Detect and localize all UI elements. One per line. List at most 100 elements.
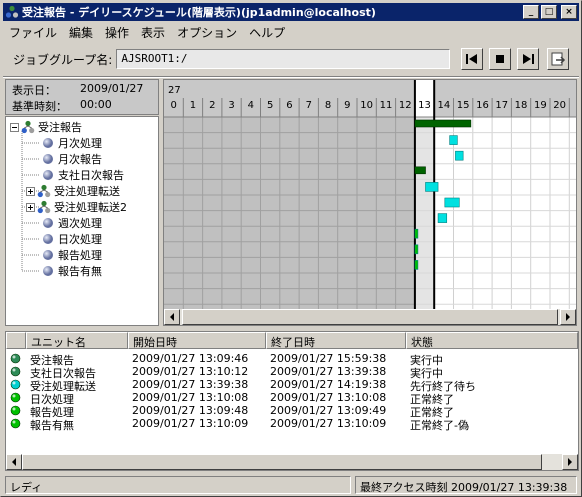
- menu-operation[interactable]: 操作: [99, 24, 135, 41]
- scroll-track[interactable]: [180, 309, 560, 325]
- row-start-time: 2009/01/27 13:10:08: [132, 391, 249, 404]
- maximize-button[interactable]: □: [541, 5, 557, 19]
- display-date-value: 2009/01/27: [80, 82, 144, 95]
- row-start-time: 2009/01/27 13:10:12: [132, 365, 249, 378]
- list-scroll-right-button[interactable]: [562, 454, 578, 470]
- job-icon: [42, 249, 54, 261]
- jobgroup-field[interactable]: AJSROOT1:/: [116, 49, 451, 69]
- hour-tick-label: 16: [476, 100, 489, 111]
- list-row[interactable]: 報告処理 2009/01/27 13:09:48 2009/01/27 13:09:…: [6, 404, 578, 419]
- list-header-status[interactable]: 状態: [406, 332, 578, 349]
- display-date-label: 表示日：: [12, 84, 56, 97]
- list-scrollbar[interactable]: [6, 454, 578, 470]
- gantt-chart[interactable]: 27 0 1 2 3 4 5 6 7 8 9 10 11 12 13 14 15 16 17 18 19 20: [163, 79, 577, 326]
- row-start-time: 2009/01/27 13:39:38: [132, 378, 249, 391]
- list-scroll-thumb[interactable]: [22, 454, 542, 470]
- menu-help[interactable]: ヘルプ: [243, 24, 291, 41]
- tree-item[interactable]: 支社日次報告: [42, 167, 124, 183]
- status-icon: [10, 366, 21, 377]
- hour-tick-label: 2: [209, 100, 215, 111]
- gantt-bar: [414, 260, 419, 270]
- row-end-time: 2009/01/27 14:19:38: [270, 378, 387, 391]
- gantt-bar: [414, 228, 419, 239]
- row-start-time: 2009/01/27 13:10:09: [132, 417, 249, 430]
- list-scroll-track[interactable]: [22, 454, 562, 470]
- tree-item[interactable]: 報告有無: [42, 263, 102, 279]
- hour-tick-label: 6: [286, 100, 292, 111]
- tree-item[interactable]: 月次処理: [42, 135, 102, 151]
- last-access-time: 最終アクセス時刻 2009/01/27 13:39:38: [355, 476, 577, 494]
- jobnet-icon: [21, 120, 35, 134]
- tree-item-root[interactable]: 受注報告: [10, 119, 82, 135]
- scroll-left-button[interactable]: [164, 309, 180, 325]
- tree-item-label: 受注処理転送2: [54, 201, 127, 214]
- status-icon: [10, 392, 21, 403]
- hour-tick-label: 13: [418, 100, 431, 111]
- gantt-day-label: 27: [168, 85, 181, 96]
- hour-tick-label: 20: [553, 100, 566, 111]
- tree-item[interactable]: 報告処理: [42, 247, 102, 263]
- hour-tick-label: 0: [170, 100, 176, 111]
- hour-tick-label: 12: [399, 100, 412, 111]
- menu-view[interactable]: 表示: [135, 24, 171, 41]
- list-header-end[interactable]: 終了日時: [266, 332, 406, 349]
- status-icon: [10, 379, 21, 390]
- row-status: 正常終了-偽: [410, 419, 469, 432]
- gantt-scrollbar[interactable]: [164, 309, 576, 325]
- gantt-bar: [425, 182, 439, 192]
- tree-item[interactable]: 月次報告: [42, 151, 102, 167]
- next-button[interactable]: [517, 48, 539, 70]
- scroll-right-button[interactable]: [560, 309, 576, 325]
- base-time-value: 00:00: [80, 98, 112, 111]
- hour-tick-label: 4: [248, 100, 254, 111]
- expand-toggle[interactable]: [26, 186, 35, 196]
- list-row[interactable]: 日次処理 2009/01/27 13:10:08 2009/01/27 13:10:…: [6, 391, 578, 406]
- hour-tick-label: 14: [437, 100, 450, 111]
- unit-tree[interactable]: 受注報告 月次処理月次報告 支社日次報告 受注処理転送受注処理転送2 週次処理 日次処理報…: [5, 116, 159, 326]
- tree-item[interactable]: 受注処理転送2: [26, 199, 127, 215]
- job-icon: [42, 169, 54, 181]
- status-icon: [10, 418, 21, 429]
- title-bar[interactable]: 受注報告 - デイリースケジュール(階層表示)(jp1admin@localho…: [3, 3, 579, 21]
- list-header-name[interactable]: ユニット名: [26, 332, 128, 349]
- list-row[interactable]: 支社日次報告 2009/01/27 13:10:12 2009/01/27 13:3…: [6, 365, 578, 380]
- list-row[interactable]: 受注報告 2009/01/27 13:09:46 2009/01/27 15:59:…: [6, 352, 578, 367]
- tree-item[interactable]: 日次処理: [42, 231, 102, 247]
- expand-toggle[interactable]: [26, 202, 35, 212]
- list-row[interactable]: 報告有無 2009/01/27 13:10:09 2009/01/27 13:10:…: [6, 417, 578, 432]
- menu-edit[interactable]: 編集: [63, 24, 99, 41]
- gantt-bar: [414, 166, 426, 175]
- tree-item-label: 週次処理: [58, 217, 102, 230]
- current-time-line: [433, 80, 436, 309]
- gantt-current-column: [414, 117, 435, 309]
- refresh-button[interactable]: [547, 48, 569, 70]
- close-button[interactable]: ×: [561, 5, 577, 19]
- stop-button[interactable]: [489, 48, 511, 70]
- hour-tick-label: 15: [457, 100, 470, 111]
- hour-tick-label: 19: [534, 100, 547, 111]
- app-icon: [5, 5, 19, 19]
- hour-tick-label: 3: [228, 100, 234, 111]
- list-row[interactable]: 受注処理転送 2009/01/27 13:39:38 2009/01/27 14:1…: [6, 378, 578, 393]
- menu-options[interactable]: オプション: [171, 24, 243, 41]
- base-time-label: 基準時刻：: [12, 100, 67, 113]
- row-end-time: 2009/01/27 13:09:49: [270, 404, 387, 417]
- next-icon: [523, 54, 534, 64]
- menu-file[interactable]: ファイル: [3, 24, 63, 41]
- previous-button[interactable]: [461, 48, 483, 70]
- tree-item[interactable]: 受注処理転送: [26, 183, 120, 199]
- row-start-time: 2009/01/27 13:09:46: [132, 352, 249, 365]
- hour-tick-label: 8: [325, 100, 331, 111]
- refresh-icon: [551, 52, 566, 66]
- list-scroll-left-button[interactable]: [6, 454, 22, 470]
- tree-item-label: 月次報告: [58, 153, 102, 166]
- list-header-icon[interactable]: [6, 332, 26, 349]
- tree-item[interactable]: 週次処理: [42, 215, 102, 231]
- unit-list[interactable]: ユニット名 開始日時 終了日時 状態 受注報告 2009/01/27 13:09:…: [5, 331, 579, 471]
- list-header-start[interactable]: 開始日時: [128, 332, 266, 349]
- collapse-toggle[interactable]: [10, 122, 19, 132]
- scroll-thumb[interactable]: [182, 309, 558, 325]
- tree-item-label: 報告処理: [58, 249, 102, 262]
- minimize-button[interactable]: _: [523, 5, 539, 19]
- status-text: レディ: [5, 476, 351, 494]
